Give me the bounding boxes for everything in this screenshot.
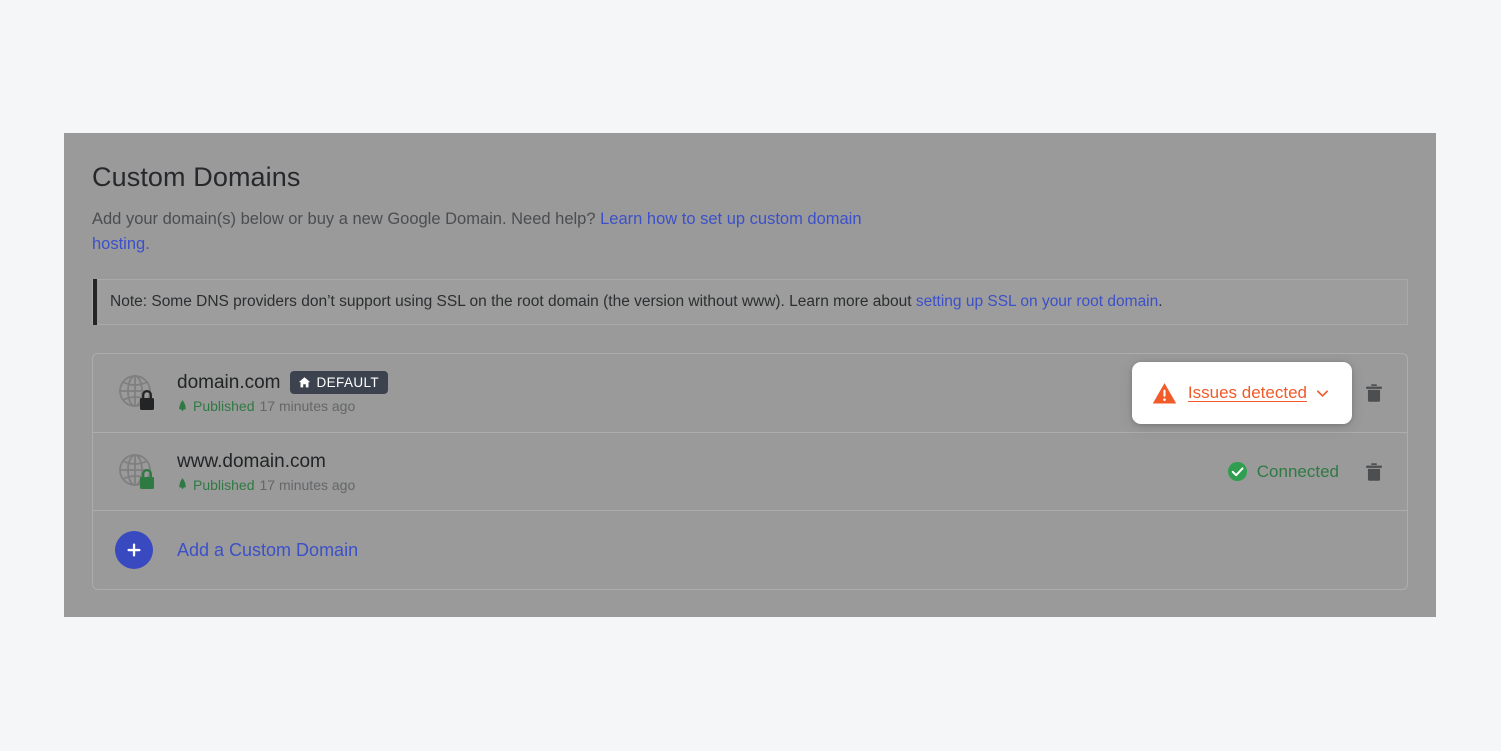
table-row[interactable]: domain.com DEFAULT Published 17 minutes …: [93, 354, 1407, 432]
page-description: Add your domain(s) below or buy a new Go…: [92, 207, 862, 257]
trash-icon: [1366, 462, 1382, 481]
rocket-icon: [179, 478, 186, 490]
domain-info: www.domain.com Published 17 minutes ago: [177, 450, 1227, 494]
domain-name: www.domain.com: [177, 450, 326, 472]
ssl-note-text: Note: Some DNS providers don’t support u…: [110, 292, 1163, 312]
home-icon: [298, 377, 310, 388]
published-status: Published: [177, 397, 255, 415]
published-timestamp: 17 minutes ago: [259, 476, 356, 493]
globe-lock-icon: [115, 371, 159, 415]
domain-name: domain.com: [177, 372, 281, 393]
rocket-icon: [179, 399, 186, 411]
connected-status: Connected: [1227, 461, 1339, 482]
page-description-text: Add your domain(s) below or buy a new Go…: [92, 210, 601, 228]
delete-domain-button[interactable]: [1361, 459, 1387, 485]
delete-domain-button[interactable]: [1361, 380, 1387, 406]
published-status: Published: [177, 476, 255, 494]
issues-detected-popup[interactable]: Issues detected: [1131, 362, 1352, 424]
check-circle-icon: [1227, 461, 1247, 482]
row-actions: Connected: [1227, 459, 1387, 485]
trash-icon: [1366, 384, 1382, 402]
published-label: Published: [193, 398, 255, 414]
custom-domains-panel: Custom Domains Add your domain(s) below …: [64, 133, 1436, 617]
issues-detected-link[interactable]: Issues detected: [1188, 383, 1307, 403]
domains-card: domain.com DEFAULT Published 17 minutes …: [92, 353, 1408, 590]
status-badge: DEFAULT: [289, 371, 389, 394]
ssl-setup-link[interactable]: setting up SSL on your root domain: [916, 293, 1158, 310]
published-timestamp: 17 minutes ago: [259, 398, 356, 414]
ssl-note-banner: Note: Some DNS providers don’t support u…: [92, 279, 1408, 325]
chevron-down-icon[interactable]: [1315, 386, 1330, 401]
row-actions: [1361, 380, 1387, 406]
published-label: Published: [193, 476, 255, 493]
table-row[interactable]: www.domain.com Published 17 minutes ago: [93, 432, 1407, 510]
ssl-note-suffix: .: [1158, 293, 1163, 310]
domain-status-line: Published 17 minutes ago: [177, 476, 1227, 494]
page-title: Custom Domains: [92, 162, 301, 192]
add-custom-domain-row[interactable]: Add a Custom Domain: [93, 510, 1407, 589]
connected-label: Connected: [1256, 461, 1339, 481]
plus-icon: [115, 531, 153, 569]
status-badge-label: DEFAULT: [316, 375, 380, 390]
add-custom-domain-label: Add a Custom Domain: [177, 539, 359, 560]
globe-lock-icon: [115, 450, 159, 494]
warning-triangle-icon: [1152, 382, 1177, 403]
ssl-note-prefix: Note: Some DNS providers don’t support u…: [110, 293, 916, 310]
domain-name-line: www.domain.com: [177, 450, 1227, 473]
